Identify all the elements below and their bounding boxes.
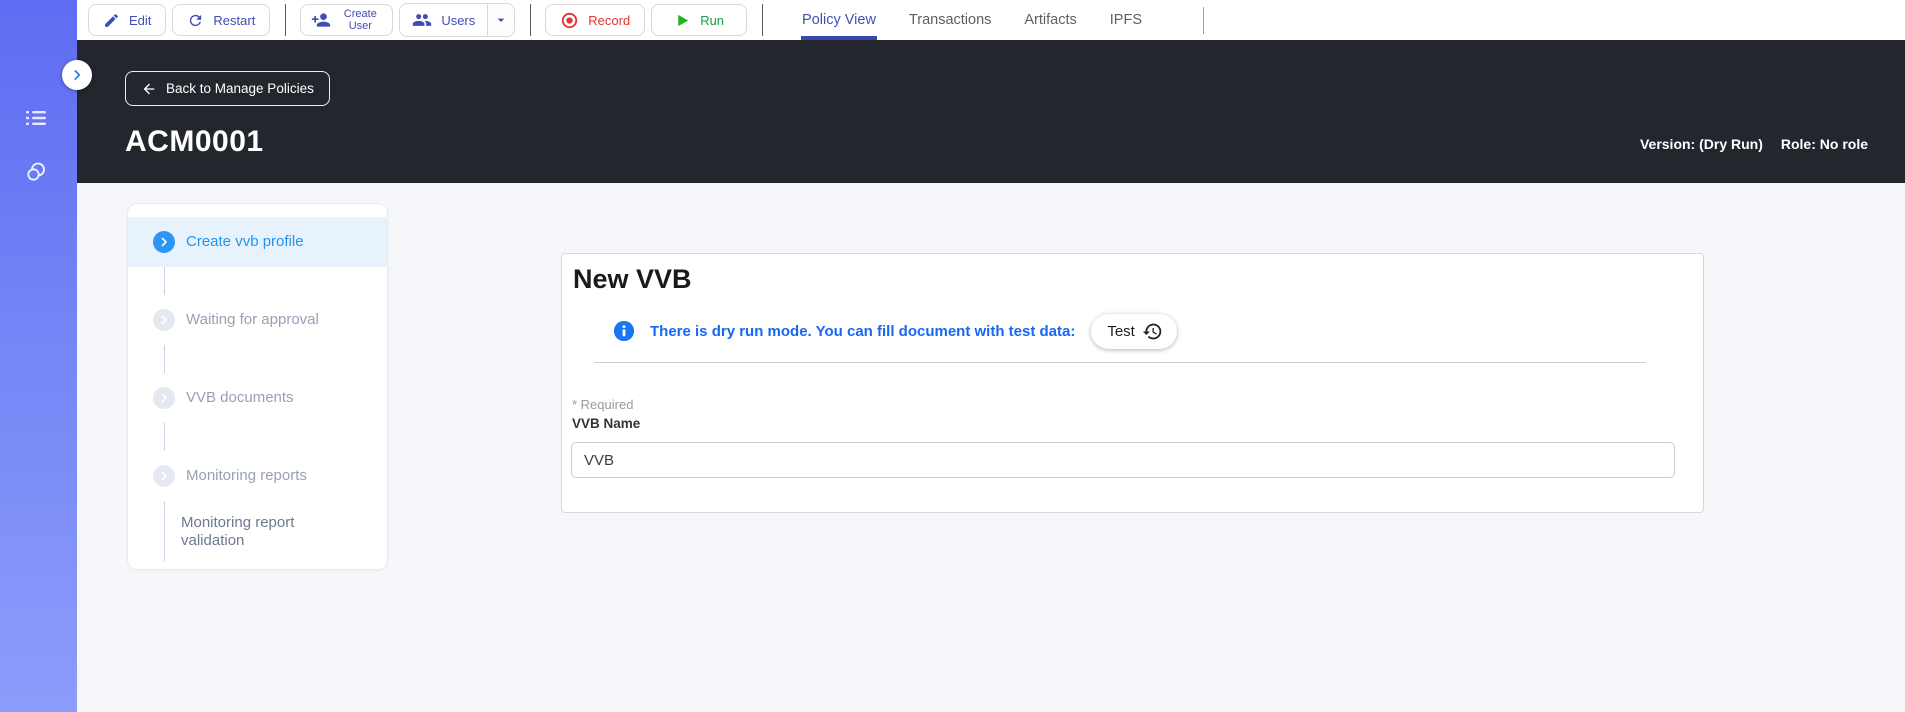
step-label: Monitoring report validation xyxy=(181,514,295,549)
back-to-policies-button[interactable]: Back to Manage Policies xyxy=(125,71,330,106)
restart-button[interactable]: Restart xyxy=(172,4,271,36)
record-icon xyxy=(560,11,579,30)
required-note: * Required xyxy=(572,397,634,412)
step-chevron-icon xyxy=(153,309,175,331)
record-button-label: Record xyxy=(588,12,631,28)
step-label: Create vvb profile xyxy=(186,233,304,251)
card-title: New VVB xyxy=(573,264,692,294)
toolbar-divider xyxy=(762,4,764,36)
run-button[interactable]: Run xyxy=(651,4,748,36)
step-chevron-icon xyxy=(153,387,175,409)
policy-version: Version: (Dry Run) xyxy=(1639,136,1763,152)
policy-title: ACM0001 xyxy=(125,125,264,158)
back-button-label: Back to Manage Policies xyxy=(166,81,314,96)
person-add-icon xyxy=(311,10,331,30)
create-user-button[interactable]: Create User xyxy=(300,4,394,36)
create-user-button-label: Create User xyxy=(343,7,377,32)
play-icon xyxy=(674,12,691,29)
people-icon xyxy=(412,10,432,30)
tab-transactions[interactable]: Transactions xyxy=(908,0,992,40)
new-vvb-card: New VVB There is dry run mode. You can f… xyxy=(561,253,1704,513)
tab-ipfs[interactable]: IPFS xyxy=(1109,0,1143,40)
tab-policy-view[interactable]: Policy View xyxy=(801,0,877,40)
pencil-icon xyxy=(103,12,120,29)
restart-icon xyxy=(187,12,204,29)
toolbar-divider xyxy=(285,4,287,36)
step-waiting-for-approval[interactable]: Waiting for approval xyxy=(128,295,387,345)
toolbar: Edit Restart Create User Users Record Ru… xyxy=(77,0,1905,40)
policy-role: Role: No role xyxy=(1780,136,1868,152)
view-tabs: Policy View Transactions Artifacts IPFS xyxy=(801,0,1204,40)
restart-button-label: Restart xyxy=(213,12,256,28)
tokens-icon[interactable] xyxy=(24,160,48,184)
sidebar-expand-button[interactable] xyxy=(62,60,92,90)
arrow-left-icon xyxy=(141,81,157,97)
run-button-label: Run xyxy=(700,12,725,28)
step-label: Waiting for approval xyxy=(186,311,319,329)
users-split-button: Users xyxy=(399,3,516,37)
policy-blocks-list-icon[interactable] xyxy=(26,108,46,128)
vvb-name-input[interactable] xyxy=(571,442,1675,478)
step-connector xyxy=(164,345,165,373)
history-icon xyxy=(1142,321,1163,342)
fill-test-data-button[interactable]: Test xyxy=(1091,313,1177,349)
step-connector xyxy=(164,267,165,295)
policy-meta: Version: (Dry Run) Role: No role xyxy=(1640,136,1868,152)
step-chevron-icon xyxy=(153,231,175,253)
step-label: Monitoring reports xyxy=(186,467,307,485)
toolbar-divider xyxy=(530,4,532,36)
info-icon xyxy=(614,321,634,341)
step-monitoring-reports[interactable]: Monitoring reports xyxy=(128,451,387,501)
step-label: VVB documents xyxy=(186,389,294,407)
users-dropdown-toggle[interactable] xyxy=(487,4,515,36)
edit-button[interactable]: Edit xyxy=(88,4,167,36)
caret-down-icon xyxy=(493,12,509,28)
edit-button-label: Edit xyxy=(129,12,152,28)
form-divider xyxy=(594,362,1646,363)
users-button-label: Users xyxy=(441,12,476,28)
dry-run-info-text: There is dry run mode. You can fill docu… xyxy=(650,322,1076,340)
chevron-right-icon xyxy=(70,68,84,82)
vvb-name-label: VVB Name xyxy=(572,416,641,431)
tab-artifacts[interactable]: Artifacts xyxy=(1023,0,1077,40)
step-chevron-icon xyxy=(153,465,175,487)
tabs-divider xyxy=(1203,6,1204,34)
test-button-label: Test xyxy=(1107,322,1135,340)
record-button[interactable]: Record xyxy=(545,4,646,36)
step-monitoring-report-validation[interactable]: Monitoring report validation xyxy=(164,501,387,561)
step-connector xyxy=(164,423,165,451)
step-create-vvb-profile[interactable]: Create vvb profile xyxy=(128,217,387,267)
left-rail xyxy=(0,0,77,712)
workflow-steps-panel: Create vvb profile Waiting for approval … xyxy=(127,203,388,570)
step-vvb-documents[interactable]: VVB documents xyxy=(128,373,387,423)
policy-header: Back to Manage Policies ACM0001 Version:… xyxy=(77,40,1905,183)
dry-run-info-row: There is dry run mode. You can fill docu… xyxy=(614,311,1177,351)
users-button[interactable]: Users xyxy=(400,4,488,36)
